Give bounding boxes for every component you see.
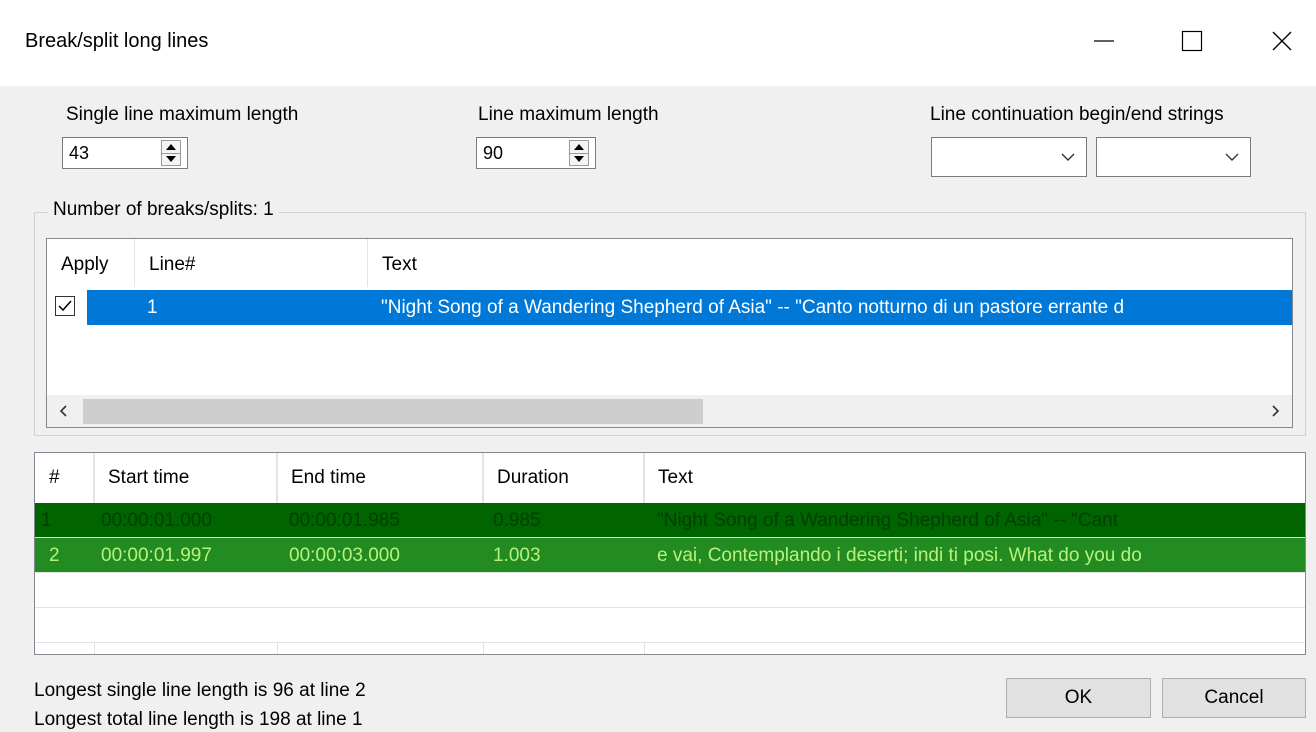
column-header-line[interactable]: Line#	[135, 239, 368, 287]
cell-start: 00:00:01.997	[101, 545, 212, 566]
scroll-right-icon[interactable]	[1266, 401, 1286, 421]
column-header-apply[interactable]: Apply	[47, 239, 135, 287]
continuation-end-select[interactable]	[1096, 137, 1251, 177]
column-header-start[interactable]: Start time	[94, 453, 277, 503]
breaks-count-label: Number of breaks/splits: 1	[48, 199, 279, 221]
cell-start: 00:00:01.000	[101, 510, 212, 531]
line-max-input[interactable]: 90	[476, 137, 596, 169]
column-header-end[interactable]: End time	[277, 453, 483, 503]
line-max-value: 90	[483, 143, 504, 163]
cell-number: 2	[49, 545, 60, 566]
minimize-button[interactable]	[1074, 16, 1134, 66]
scroll-left-icon[interactable]	[53, 401, 73, 421]
maximize-button[interactable]	[1162, 16, 1222, 66]
breaks-list-header: Apply Line# Text	[47, 239, 1292, 287]
single-line-max-value: 43	[69, 143, 90, 163]
cell-text: "Night Song of a Wandering Shepherd of A…	[657, 510, 1119, 531]
column-header-text[interactable]: Text	[644, 453, 1305, 503]
table-row[interactable]: 1 00:00:01.000 00:00:01.985 0.985 "Night…	[35, 503, 1305, 538]
close-button[interactable]	[1252, 16, 1312, 66]
window-title: Break/split long lines	[25, 30, 209, 52]
scrollbar-thumb[interactable]	[83, 399, 703, 424]
title-bar: Break/split long lines	[0, 0, 1316, 86]
line-text: "Night Song of a Wandering Shepherd of A…	[381, 297, 1125, 318]
single-line-max-spinner[interactable]	[161, 140, 181, 166]
apply-checkbox[interactable]	[55, 296, 75, 316]
list-item[interactable]: 1 "Night Song of a Wandering Shepherd of…	[87, 290, 1292, 325]
cell-text: e vai, Contemplando i deserti; indi ti p…	[657, 545, 1142, 566]
table-row[interactable]: 2 00:00:01.997 00:00:03.000 1.003 e vai,…	[35, 538, 1305, 573]
breaks-list[interactable]: Apply Line# Text 1 "Night Song of a Wand…	[46, 238, 1293, 428]
ok-button[interactable]: OK	[1006, 678, 1151, 718]
minimize-icon	[1094, 40, 1114, 42]
cell-duration: 0.985	[493, 510, 541, 531]
horizontal-scrollbar[interactable]	[47, 395, 1292, 427]
cell-number: 1	[41, 510, 52, 531]
single-line-max-input[interactable]: 43	[62, 137, 188, 169]
continuation-begin-select[interactable]	[931, 137, 1087, 177]
chevron-down-icon	[1225, 153, 1239, 161]
cell-end: 00:00:01.985	[289, 510, 400, 531]
subtitle-grid[interactable]: # Start time End time Duration Text 1 00…	[34, 452, 1306, 655]
maximize-icon	[1181, 30, 1203, 52]
cell-end: 00:00:03.000	[289, 545, 400, 566]
longest-total-line-status: Longest total line length is 198 at line…	[34, 709, 363, 730]
longest-single-line-status: Longest single line length is 96 at line…	[34, 680, 366, 701]
continuation-label: Line continuation begin/end strings	[930, 104, 1224, 125]
cancel-button[interactable]: Cancel	[1162, 678, 1306, 718]
column-header-number[interactable]: #	[35, 453, 94, 503]
checkmark-icon	[58, 300, 72, 312]
table-row[interactable]	[35, 573, 1305, 608]
single-line-max-label: Single line maximum length	[66, 104, 299, 125]
spin-down-icon[interactable]	[570, 153, 588, 165]
column-header-text[interactable]: Text	[368, 239, 1292, 287]
line-number: 1	[147, 297, 158, 318]
line-max-spinner[interactable]	[569, 140, 589, 166]
chevron-down-icon	[1061, 153, 1075, 161]
table-row[interactable]	[35, 608, 1305, 643]
line-max-label: Line maximum length	[478, 104, 659, 125]
spin-down-icon[interactable]	[162, 153, 180, 165]
cell-duration: 1.003	[493, 545, 541, 566]
column-header-duration[interactable]: Duration	[483, 453, 644, 503]
close-icon	[1272, 31, 1292, 51]
